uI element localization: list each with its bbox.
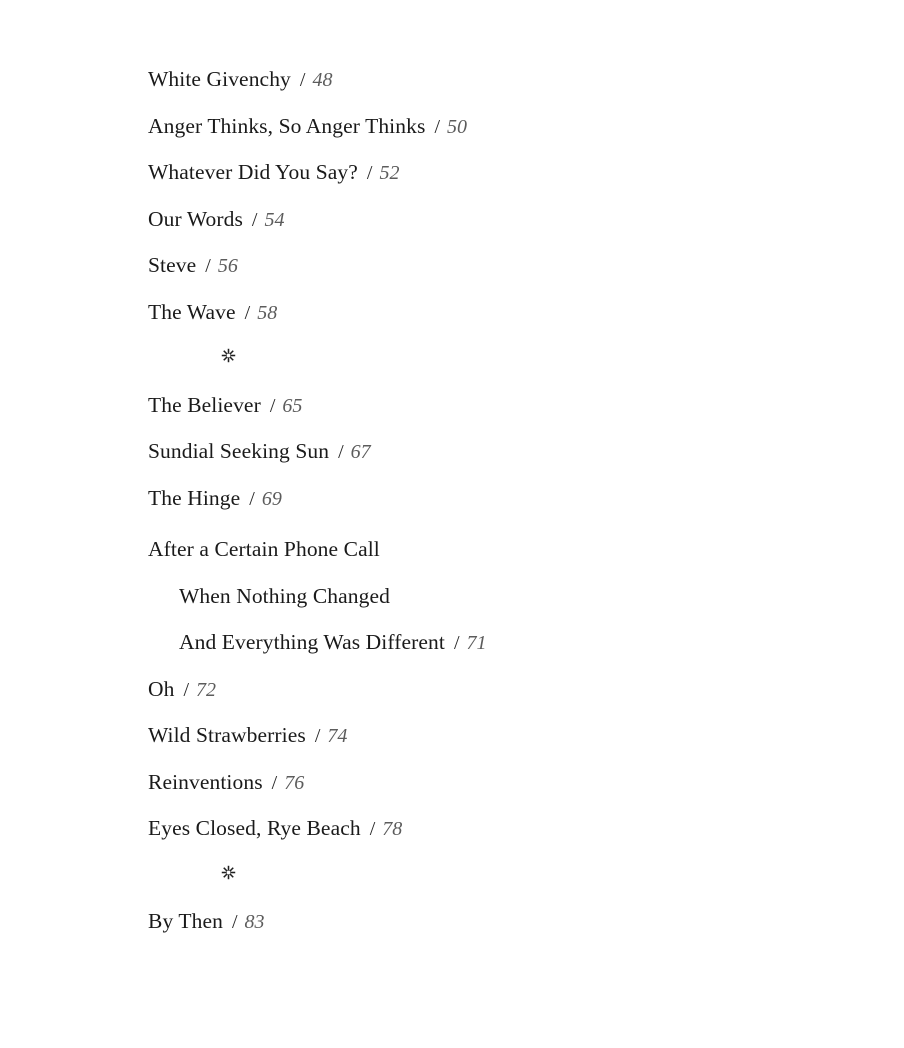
toc-entry-title: Whatever Did You Say? xyxy=(148,160,358,184)
toc-page-number: 58 xyxy=(257,301,278,324)
toc-entry-title: After a Certain Phone Call xyxy=(148,537,380,561)
toc-separator: / xyxy=(338,441,344,463)
toc-entry-title: Wild Strawberries xyxy=(148,723,306,747)
toc-entry[interactable]: The Wave / 58 xyxy=(0,289,904,336)
toc-page-number: 74 xyxy=(327,725,348,747)
toc-entry-title: Anger Thinks, So Anger Thinks xyxy=(148,113,426,138)
toc-entry-title: The Believer xyxy=(148,392,261,417)
toc-page-number: 76 xyxy=(284,771,305,794)
toc-separator: / xyxy=(231,911,238,933)
toc-entry-line: And Everything Was Different / 71 xyxy=(148,619,904,666)
toc-separator: / xyxy=(249,487,255,510)
toc-separator: / xyxy=(269,394,276,417)
toc-entry-multiline[interactable]: After a Certain Phone Call When Nothing … xyxy=(0,526,904,666)
toc-entry-title: Oh xyxy=(148,676,175,701)
toc-page-number: 54 xyxy=(264,208,285,231)
toc-page-number: 72 xyxy=(196,678,217,701)
toc-page-number: 78 xyxy=(382,818,403,840)
toc-entry-title: Steve xyxy=(148,253,197,277)
toc-separator: / xyxy=(434,115,440,138)
toc-entry-title: White Givenchy xyxy=(148,67,291,91)
toc-entry[interactable]: Eyes Closed, Rye Beach / 78 xyxy=(0,805,904,852)
toc-entry-line: After a Certain Phone Call xyxy=(148,526,904,573)
toc-entry-line: When Nothing Changed xyxy=(148,573,904,620)
toc-separator: / xyxy=(453,632,460,654)
toc-entry[interactable]: Anger Thinks, So Anger Thinks / 50 xyxy=(0,103,904,150)
toc-entry[interactable]: Reinventions / 76 xyxy=(0,759,904,806)
toc-entry[interactable]: Oh / 72 xyxy=(0,666,904,713)
asterisk-icon xyxy=(220,864,237,881)
toc-separator: / xyxy=(366,162,373,184)
toc-entry-title: By Then xyxy=(148,909,223,933)
section-ornament xyxy=(0,335,904,382)
toc-entry[interactable]: By Then / 83 xyxy=(0,898,904,945)
toc-page-number: 52 xyxy=(379,162,400,184)
toc-page-number: 56 xyxy=(217,255,238,277)
toc-page: White Givenchy / 48 Anger Thinks, So Anger… xyxy=(0,0,904,1048)
toc-page-number: 67 xyxy=(350,441,371,463)
toc-entry[interactable]: Steve / 56 xyxy=(0,242,904,289)
toc-entry-title: Reinventions xyxy=(148,769,263,794)
toc-separator: / xyxy=(244,301,251,324)
toc-page-number: 65 xyxy=(282,394,303,417)
toc-entry[interactable]: Whatever Did You Say? / 52 xyxy=(0,149,904,196)
toc-separator: / xyxy=(205,255,211,277)
toc-entry[interactable]: Sundial Seeking Sun / 67 xyxy=(0,428,904,475)
toc-entry-subtitle: When Nothing Changed xyxy=(179,583,390,608)
toc-page-number: 50 xyxy=(447,115,467,138)
toc-separator: / xyxy=(314,725,321,747)
toc-page-number: 71 xyxy=(466,632,487,654)
toc-separator: / xyxy=(271,771,278,794)
toc-separator: / xyxy=(369,818,376,840)
table-of-contents-list: White Givenchy / 48 Anger Thinks, So Anger… xyxy=(0,56,904,945)
toc-entry-title: The Wave xyxy=(148,299,236,324)
toc-page-number: 69 xyxy=(261,487,282,510)
toc-separator: / xyxy=(299,69,306,91)
toc-entry-title: The Hinge xyxy=(148,485,241,510)
asterisk-icon xyxy=(220,347,237,364)
toc-entry[interactable]: White Givenchy / 48 xyxy=(0,56,904,103)
toc-separator: / xyxy=(183,678,190,701)
toc-page-number: 48 xyxy=(312,69,333,91)
toc-entry[interactable]: The Believer / 65 xyxy=(0,382,904,429)
toc-separator: / xyxy=(251,208,258,231)
toc-entry-title: Eyes Closed, Rye Beach xyxy=(148,816,361,840)
section-ornament xyxy=(0,852,904,899)
toc-entry[interactable]: Our Words / 54 xyxy=(0,196,904,243)
toc-entry[interactable]: The Hinge / 69 xyxy=(0,475,904,522)
toc-entry-subtitle: And Everything Was Different xyxy=(179,630,445,654)
toc-entry-title: Sundial Seeking Sun xyxy=(148,439,330,463)
toc-page-number: 83 xyxy=(244,911,265,933)
toc-entry[interactable]: Wild Strawberries / 74 xyxy=(0,712,904,759)
toc-entry-title: Our Words xyxy=(148,206,243,231)
